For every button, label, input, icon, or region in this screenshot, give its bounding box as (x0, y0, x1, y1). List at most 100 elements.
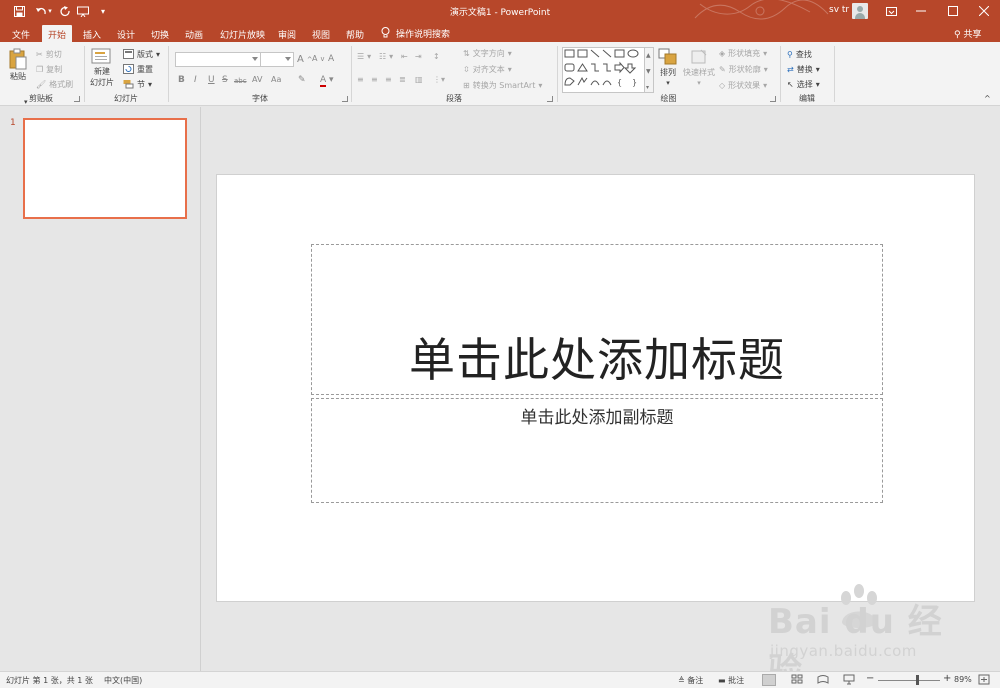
tab-help[interactable]: 帮助 (346, 25, 364, 42)
line-spacing-icon[interactable]: ↕ (433, 52, 440, 61)
svg-text:▲: ▲ (646, 52, 651, 59)
slide-sorter-icon[interactable] (791, 674, 805, 686)
tab-view[interactable]: 视图 (312, 25, 330, 42)
notes-button[interactable]: ≜ 备注 (678, 675, 703, 686)
section-dropdown-icon: ▾ (148, 80, 153, 89)
redo-icon[interactable] (56, 3, 74, 19)
zoom-out-button[interactable]: − (866, 673, 874, 684)
tab-review[interactable]: 审阅 (278, 25, 296, 42)
align-right-icon[interactable]: ≡ (385, 75, 392, 84)
change-case-button[interactable]: Aa (271, 75, 281, 84)
align-text-button[interactable]: ⇳ 对齐文本 ▾ (463, 64, 512, 75)
char-spacing-button[interactable]: AV (252, 75, 262, 84)
shapes-gallery[interactable]: { } ▲ ▼ ▾ (562, 47, 654, 93)
cursor-icon: ↖ (787, 80, 794, 89)
highlight-button[interactable]: ✎ (298, 75, 306, 85)
quick-styles-button[interactable]: 快速样式 ▾ (683, 48, 715, 87)
justify-icon[interactable]: ≣ (399, 75, 406, 84)
zoom-slider-thumb[interactable] (915, 675, 919, 685)
layout-button[interactable]: 版式 ▾ (123, 49, 160, 60)
grow-font-button[interactable]: A ^ (297, 54, 312, 65)
text-direction-button[interactable]: ⇅ 文字方向 ▾ (463, 48, 512, 59)
ribbon-display-options-icon[interactable] (876, 0, 906, 22)
zoom-level[interactable]: 89% (954, 675, 972, 684)
decrease-indent-icon[interactable]: ⇤ (401, 52, 408, 61)
drawing-launcher-icon[interactable] (770, 96, 776, 102)
slide-thumbnail[interactable] (23, 118, 187, 219)
ribbon-divider (557, 46, 558, 102)
ribbon-divider (834, 46, 835, 102)
normal-view-icon[interactable] (762, 674, 776, 686)
title-placeholder[interactable]: 单击此处添加标题 (311, 244, 883, 395)
find-button[interactable]: ⚲ 查找 (787, 49, 812, 60)
tell-me-search[interactable]: 操作说明搜索 (381, 25, 450, 41)
comments-button[interactable]: ▬ 批注 (718, 675, 744, 686)
replace-button[interactable]: ⇄ 替换 ▾ (787, 64, 820, 75)
reading-view-icon[interactable] (817, 674, 831, 686)
tab-slideshow[interactable]: 幻灯片放映 (220, 25, 265, 42)
shape-effects-button[interactable]: ◇ 形状效果 ▾ (719, 80, 767, 91)
shape-effects-label: 形状效果 (728, 81, 761, 90)
slideshow-view-icon[interactable] (843, 674, 857, 686)
arrange-button[interactable]: 排列 ▾ (658, 48, 678, 87)
tab-animations[interactable]: 动画 (185, 25, 203, 42)
bullets-button[interactable]: ☰ ▾ (357, 52, 371, 61)
italic-button[interactable]: I (194, 75, 197, 85)
underline-button[interactable]: U (208, 75, 215, 85)
paste-button[interactable]: 粘贴 (8, 48, 28, 82)
tab-home[interactable]: 开始 (42, 25, 73, 42)
paragraph-more-icon[interactable]: ⋮▾ (433, 75, 445, 84)
font-color-button[interactable]: A ▾ (320, 75, 334, 87)
share-button[interactable]: ⚲ 共享 (954, 27, 981, 40)
tab-design[interactable]: 设计 (117, 25, 135, 42)
customize-qat-icon[interactable]: ▾ (94, 3, 112, 19)
align-center-icon[interactable]: ≡ (371, 75, 378, 84)
restore-icon[interactable] (938, 0, 968, 22)
numbering-button[interactable]: ☷ ▾ (379, 52, 393, 61)
shrink-font-button[interactable]: Av (312, 54, 324, 63)
strikethrough-button[interactable]: S (222, 75, 228, 85)
avatar[interactable] (852, 3, 868, 19)
tab-transitions[interactable]: 切换 (151, 25, 169, 42)
format-painter-button[interactable]: 🖌 格式刷 (36, 79, 73, 90)
copy-button[interactable]: ❐ 复制 (36, 64, 62, 75)
reset-button[interactable]: 重置 (123, 64, 153, 75)
clipboard-launcher-icon[interactable] (74, 96, 80, 102)
minimize-icon[interactable] (906, 0, 936, 22)
zoom-slider[interactable] (878, 675, 940, 685)
ribbon-tabs: 文件 开始 插入 设计 切换 动画 幻灯片放映 审阅 视图 帮助 操作说明搜索 … (0, 22, 1000, 42)
save-icon[interactable] (10, 3, 28, 19)
font-size-combo[interactable] (260, 52, 294, 67)
clear-formatting-button[interactable]: A (328, 54, 334, 64)
shadow-button[interactable]: abc (234, 77, 247, 85)
shape-outline-button[interactable]: ✎ 形状轮廓 ▾ (719, 64, 768, 75)
slide-canvas[interactable]: 单击此处添加标题 单击此处添加副标题 (216, 174, 975, 602)
font-launcher-icon[interactable] (342, 96, 348, 102)
new-slide-button[interactable]: 新建 幻灯片 (90, 48, 114, 88)
shape-outline-label: 形状轮廓 (728, 65, 761, 74)
paragraph-launcher-icon[interactable] (547, 96, 553, 102)
undo-dropdown-icon[interactable]: ▾ (46, 3, 54, 19)
language-indicator[interactable]: 中文(中国) (104, 675, 142, 686)
smartart-button[interactable]: ⊞ 转换为 SmartArt ▾ (463, 80, 542, 91)
tab-insert[interactable]: 插入 (83, 25, 101, 42)
zoom-in-button[interactable]: + (943, 673, 951, 684)
font-family-combo[interactable] (175, 52, 261, 67)
grow-font-icon: A (297, 54, 304, 65)
fit-to-window-icon[interactable] (978, 674, 992, 686)
increase-indent-icon[interactable]: ⇥ (415, 52, 422, 61)
close-icon[interactable] (969, 0, 999, 22)
tell-me-label: 操作说明搜索 (396, 29, 451, 40)
bold-button[interactable]: B (178, 75, 185, 85)
section-button[interactable]: 节 ▾ (123, 79, 152, 90)
subtitle-placeholder[interactable]: 单击此处添加副标题 (311, 398, 883, 503)
collapse-ribbon-icon[interactable]: ^ (984, 94, 991, 103)
cut-button[interactable]: ✂ 剪切 (36, 49, 62, 60)
user-name[interactable]: sv tr (829, 5, 849, 15)
start-slideshow-icon[interactable] (74, 3, 92, 19)
align-left-icon[interactable]: ≡ (357, 75, 364, 84)
columns-icon[interactable]: ▥ (415, 75, 423, 84)
shape-fill-button[interactable]: ◈ 形状填充 ▾ (719, 48, 767, 59)
select-button[interactable]: ↖ 选择 ▾ (787, 79, 820, 90)
tab-file[interactable]: 文件 (12, 25, 30, 42)
